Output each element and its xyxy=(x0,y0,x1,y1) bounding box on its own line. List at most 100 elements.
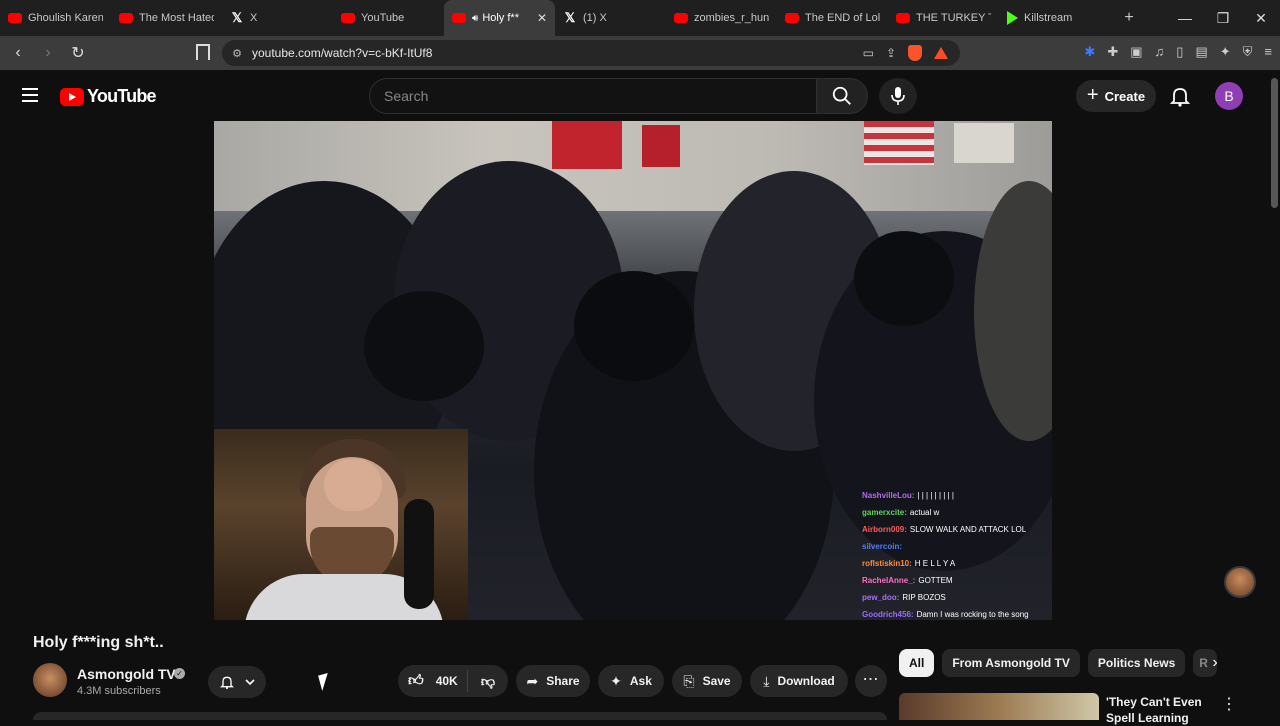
chat-message: pew_doo: RIP BOZOS xyxy=(862,589,1052,606)
browser-tab-bar: Ghoulish Karen The Most Hated 𝕏 X YouTube 🔊︎ H… xyxy=(0,0,1280,36)
dislike-button[interactable]: 👎︎ xyxy=(468,673,508,690)
browser-toolbar: ‹ › ↻ ⚙ youtube.com/watch?v=c-bKf-ItUf8 … xyxy=(0,36,1280,70)
chat-text: SLOW WALK AND ATTACK LOL xyxy=(909,525,1027,534)
vpn-shield-icon[interactable]: ⛨ xyxy=(1243,44,1253,60)
like-button[interactable]: 👍︎ 40K xyxy=(398,670,468,692)
channel-name[interactable]: Asmongold TV xyxy=(77,666,176,682)
filter-chip[interactable]: All xyxy=(899,649,935,677)
wallet-icon[interactable]: ▤ xyxy=(1195,44,1207,60)
hamburger-menu-icon[interactable] xyxy=(22,88,38,102)
chat-username: RachelAnne_: xyxy=(862,576,916,585)
browser-tab-label: Killstream xyxy=(1024,12,1073,24)
notifications-bell-icon[interactable] xyxy=(1168,84,1192,108)
save-button[interactable]: ⎘ Save xyxy=(672,665,742,697)
vpn-icon[interactable]: ✱ xyxy=(1084,44,1095,60)
browser-tab[interactable]: 𝕏 (1) X xyxy=(555,0,666,36)
browser-tab[interactable]: Killstream xyxy=(999,0,1110,36)
sidebar-icon[interactable]: ▯ xyxy=(1176,44,1183,60)
browser-tab[interactable]: Ghoulish Karen xyxy=(0,0,111,36)
video-player[interactable]: NashvilleLou: | | | | | | | | | gamerxcite… xyxy=(214,121,1052,620)
browser-tab[interactable]: The END of Lol xyxy=(777,0,888,36)
chat-username: Goodrich456: xyxy=(862,610,914,619)
subscribed-notifications-button[interactable] xyxy=(208,666,266,698)
address-bar[interactable]: ⚙ youtube.com/watch?v=c-bKf-ItUf8 ▭ ⇪ xyxy=(222,40,960,66)
new-tab-button[interactable]: + xyxy=(1114,9,1144,27)
more-actions-button[interactable]: ⋯ xyxy=(855,665,887,697)
youtube-logo[interactable]: YouTube xyxy=(60,86,157,107)
youtube-icon xyxy=(785,13,799,23)
bookmark-icon[interactable] xyxy=(196,44,210,60)
account-avatar[interactable]: B xyxy=(1215,82,1243,110)
share-button[interactable]: ➦ Share xyxy=(516,665,590,697)
x-icon: 𝕏 xyxy=(231,10,243,25)
browser-tab-label: The Most Hated xyxy=(139,12,214,24)
recommendation-chips: All From Asmongold TV Politics News R xyxy=(899,649,1218,677)
cast-icon[interactable]: ▭ xyxy=(863,46,874,60)
brave-shields-icon[interactable] xyxy=(908,45,922,61)
chat-username: pew_doo: xyxy=(862,593,900,602)
red-flag xyxy=(642,125,680,167)
leo-ai-icon[interactable]: ✦ xyxy=(1220,44,1231,60)
brave-rewards-icon[interactable] xyxy=(934,47,948,59)
browser-tab[interactable]: zombies_r_hung xyxy=(666,0,777,36)
floating-channel-avatar[interactable] xyxy=(1224,566,1256,598)
speaker-icon[interactable]: 🔊︎ xyxy=(472,13,478,24)
sign xyxy=(954,123,1014,163)
chat-message: roflstiskin10: H E L L Y A xyxy=(862,555,1052,572)
helmet xyxy=(574,271,694,381)
browser-tab[interactable]: THE TURKEY TC xyxy=(888,0,999,36)
media-icon[interactable]: ♫ xyxy=(1155,44,1165,60)
youtube-header: YouTube + Create B xyxy=(0,72,1280,120)
menu-icon[interactable]: ≡ xyxy=(1264,44,1272,60)
search-input[interactable] xyxy=(370,79,816,113)
chat-text: Damn I was rocking to the song xyxy=(916,610,1029,619)
reload-icon[interactable]: ↻ xyxy=(66,43,90,63)
chevron-right-icon[interactable]: › xyxy=(1204,652,1226,674)
browser-tab-label: The END of Lol xyxy=(805,12,880,24)
chat-message: gamerxcite: actual w xyxy=(862,504,1052,521)
filter-chip[interactable]: Politics News xyxy=(1087,649,1186,677)
microphone-shape xyxy=(404,499,434,609)
recommended-video-thumbnail[interactable] xyxy=(899,693,1099,720)
download-button[interactable]: ⤓ Download xyxy=(750,665,848,697)
youtube-logo-text: YouTube xyxy=(87,86,157,106)
search-box xyxy=(369,78,816,114)
channel-avatar[interactable] xyxy=(33,663,67,697)
youtube-play-icon xyxy=(60,87,84,106)
browser-tab-label: (1) X xyxy=(583,12,607,24)
minimize-button[interactable]: — xyxy=(1166,0,1204,36)
kick-icon xyxy=(1007,11,1018,25)
screenshot-icon[interactable]: ▣ xyxy=(1130,44,1142,60)
browser-tab[interactable]: The Most Hated xyxy=(111,0,222,36)
red-flag xyxy=(552,121,622,169)
close-window-button[interactable]: ✕ xyxy=(1242,0,1280,36)
recommended-video-title[interactable]: 'They Can't Even Spell Learning xyxy=(1106,694,1216,726)
youtube-icon xyxy=(8,13,22,23)
create-button[interactable]: + Create xyxy=(1076,80,1156,112)
browser-tab-label: THE TURKEY TC xyxy=(916,12,991,24)
restore-button[interactable]: ❐ xyxy=(1204,0,1242,36)
video-title: Holy f***ing sh*t.. xyxy=(33,634,164,651)
streamer-webcam-overlay xyxy=(214,429,468,620)
chat-username: Airborn009: xyxy=(862,525,907,534)
share-label: Share xyxy=(546,674,580,688)
voice-search-button[interactable] xyxy=(879,78,917,114)
browser-tab[interactable]: 𝕏X xyxy=(222,0,333,36)
forward-button[interactable]: › xyxy=(36,44,60,62)
extensions-icon[interactable]: ✚ xyxy=(1107,44,1118,60)
recommended-more-icon[interactable]: ⋮ xyxy=(1221,694,1237,714)
filter-chip[interactable]: From Asmongold TV xyxy=(942,649,1080,677)
site-info-icon[interactable]: ⚙ xyxy=(222,47,252,60)
page-scrollbar[interactable] xyxy=(1271,78,1278,208)
chat-username: gamerxcite: xyxy=(862,508,907,517)
browser-tab[interactable]: YouTube xyxy=(333,0,444,36)
close-tab-icon[interactable]: ✕ xyxy=(537,11,547,25)
ask-button[interactable]: ✦ Ask xyxy=(598,665,664,697)
browser-tab[interactable]: 🔊︎ Holy f** ✕ xyxy=(444,0,555,36)
chat-text: | | | | | | | | | xyxy=(917,491,954,500)
description-box-edge[interactable] xyxy=(33,712,887,720)
back-button[interactable]: ‹ xyxy=(6,44,30,62)
search-button[interactable] xyxy=(816,78,868,114)
chat-text: GOTTEM xyxy=(918,576,953,585)
share-page-icon[interactable]: ⇪ xyxy=(886,46,896,60)
